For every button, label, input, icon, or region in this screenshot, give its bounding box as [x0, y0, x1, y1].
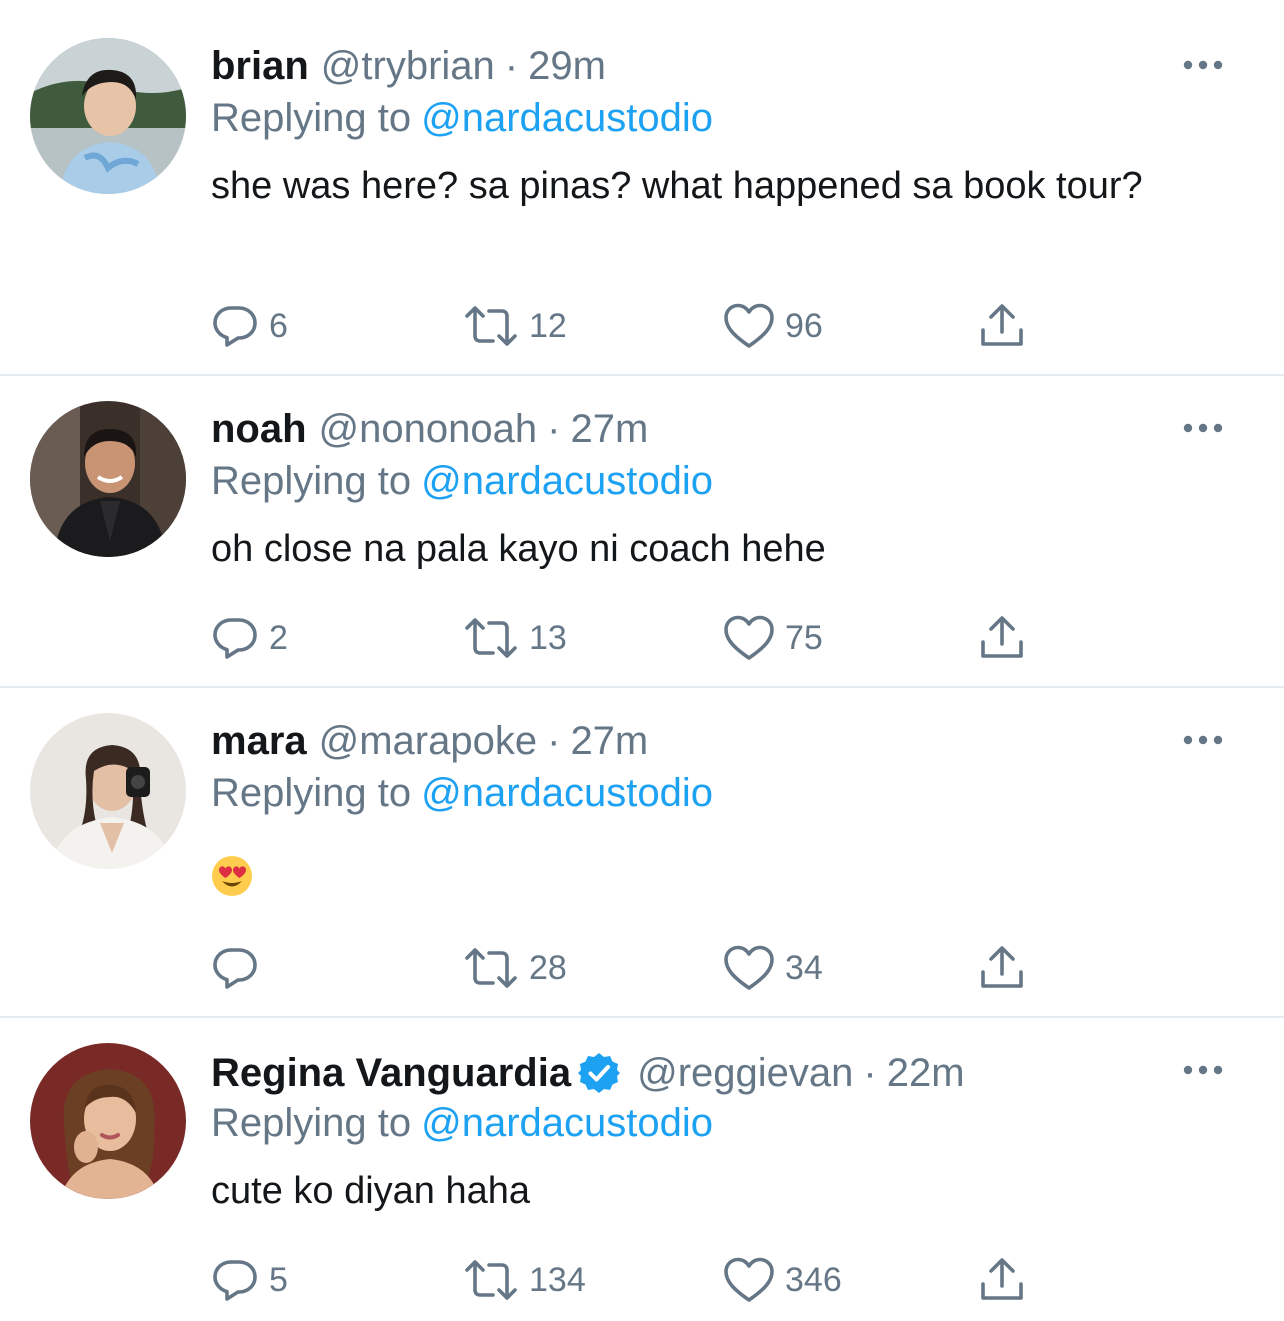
share-icon [978, 944, 1026, 992]
like-count: 346 [785, 1260, 842, 1299]
user-handle[interactable]: @nononoah [319, 405, 538, 453]
separator-dot: · [547, 719, 561, 763]
avatar[interactable] [30, 713, 186, 869]
tweet-header: brian @trybrian · 29m [211, 42, 606, 90]
timestamp[interactable]: 22m [887, 1049, 965, 1097]
tweet-actions: 2 13 75 [211, 612, 1041, 664]
like-button[interactable]: 346 [723, 1254, 842, 1306]
retweet-icon [463, 614, 519, 662]
retweet-count: 12 [529, 306, 567, 345]
replying-to: Replying to @nardacustodio [211, 1099, 713, 1147]
retweet-button[interactable]: 12 [463, 300, 567, 352]
like-button[interactable]: 96 [723, 300, 823, 352]
user-handle[interactable]: @reggievan [637, 1049, 853, 1097]
tweet-text: cute ko diyan haha [211, 1170, 531, 1212]
replying-to: Replying to @nardacustodio [211, 94, 713, 142]
tweet-actions: 28 34 [211, 942, 1041, 994]
separator-dot: · [547, 407, 561, 451]
reply-icon [211, 614, 259, 662]
reply-icon [211, 1256, 259, 1304]
share-icon [978, 302, 1026, 350]
tweet[interactable]: mara @marapoke · 27m Replying to @nardacu… [0, 688, 1284, 1018]
display-name[interactable]: brian [211, 42, 309, 90]
like-icon [723, 302, 775, 350]
like-icon [723, 1256, 775, 1304]
user-handle[interactable]: @trybrian [321, 42, 495, 90]
like-count: 96 [785, 306, 823, 345]
retweet-count: 134 [529, 1260, 586, 1299]
tweet-actions: 5 134 346 [211, 1254, 1041, 1306]
like-icon [723, 614, 775, 662]
share-icon [978, 1256, 1026, 1304]
tweet-text: oh close na pala kayo ni coach hehe [211, 528, 826, 570]
replying-to: Replying to @nardacustodio [211, 457, 713, 505]
display-name[interactable]: mara [211, 717, 307, 765]
retweet-count: 28 [529, 948, 567, 987]
timestamp[interactable]: 27m [570, 405, 648, 453]
heart-eyes-emoji [212, 856, 252, 896]
retweet-button[interactable]: 134 [463, 1254, 586, 1306]
retweet-icon [463, 1256, 519, 1304]
more-icon[interactable] [1182, 733, 1224, 747]
tweet[interactable]: noah @nononoah · 27m Replying to @nardacu… [0, 376, 1284, 688]
reply-button[interactable]: 6 [211, 300, 288, 352]
share-button[interactable] [978, 1254, 1026, 1306]
reply-count: 6 [269, 306, 288, 345]
like-count: 75 [785, 618, 823, 657]
mention-link[interactable]: @nardacustodio [421, 459, 713, 503]
share-button[interactable] [978, 300, 1026, 352]
reply-count: 5 [269, 1260, 288, 1299]
replying-label: Replying to [211, 96, 412, 140]
reply-count: 2 [269, 618, 288, 657]
tweet[interactable]: brian @trybrian · 29m Replying to @nardac… [0, 0, 1284, 376]
retweet-count: 13 [529, 618, 567, 657]
replying-label: Replying to [211, 459, 412, 503]
reply-button[interactable]: 5 [211, 1254, 288, 1306]
tweet-actions: 6 12 96 [211, 300, 1041, 352]
retweet-icon [463, 302, 519, 350]
like-button[interactable]: 34 [723, 942, 823, 994]
retweet-button[interactable]: 28 [463, 942, 567, 994]
separator-dot: · [504, 44, 519, 88]
verified-badge-icon [578, 1053, 621, 1093]
mention-link[interactable]: @nardacustodio [421, 96, 713, 140]
reply-button[interactable] [211, 942, 269, 994]
avatar[interactable] [30, 38, 186, 194]
like-button[interactable]: 75 [723, 612, 823, 664]
reply-icon [211, 944, 259, 992]
share-button[interactable] [978, 942, 1026, 994]
retweet-icon [463, 944, 519, 992]
separator-dot: · [863, 1051, 877, 1095]
display-name[interactable]: Regina Vanguardia [211, 1049, 571, 1097]
mention-link[interactable]: @nardacustodio [421, 771, 713, 815]
like-icon [723, 944, 775, 992]
tweet-text: she was here? sa pinas? what happened sa… [211, 165, 1143, 207]
reply-button[interactable]: 2 [211, 612, 288, 664]
tweet[interactable]: Regina Vanguardia @reggievan · 22m Reply… [0, 1018, 1284, 1321]
reply-icon [211, 302, 259, 350]
replying-to: Replying to @nardacustodio [211, 769, 713, 817]
mention-link[interactable]: @nardacustodio [421, 1101, 713, 1145]
user-handle[interactable]: @marapoke [319, 717, 537, 765]
timestamp[interactable]: 29m [528, 42, 606, 90]
tweet-header: noah @nononoah · 27m [211, 405, 648, 453]
tweet-text [211, 855, 253, 897]
like-count: 34 [785, 948, 823, 987]
avatar[interactable] [30, 401, 186, 557]
tweet-header: Regina Vanguardia @reggievan · 22m [211, 1049, 965, 1097]
share-icon [978, 614, 1026, 662]
more-icon[interactable] [1182, 1063, 1224, 1077]
retweet-button[interactable]: 13 [463, 612, 567, 664]
replying-label: Replying to [211, 771, 412, 815]
tweet-header: mara @marapoke · 27m [211, 717, 648, 765]
more-icon[interactable] [1182, 58, 1224, 72]
more-icon[interactable] [1182, 421, 1224, 435]
avatar[interactable] [30, 1043, 186, 1199]
share-button[interactable] [978, 612, 1026, 664]
timestamp[interactable]: 27m [570, 717, 648, 765]
replying-label: Replying to [211, 1101, 412, 1145]
display-name[interactable]: noah [211, 405, 307, 453]
